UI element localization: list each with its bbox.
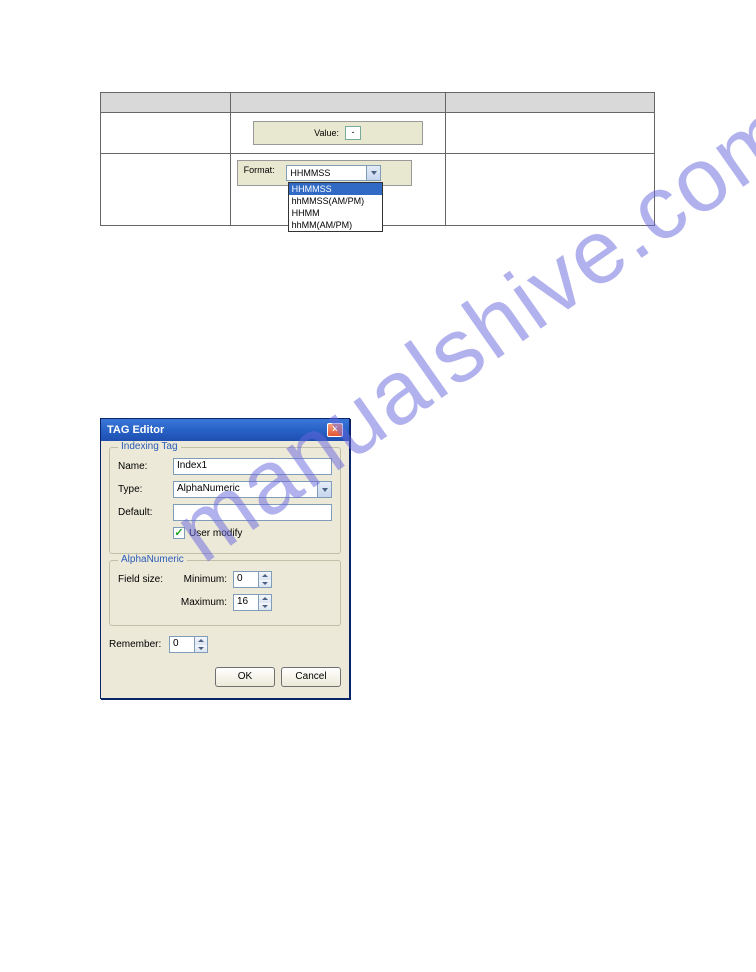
minimum-label: Minimum: bbox=[173, 574, 233, 585]
chevron-up-icon[interactable] bbox=[259, 595, 271, 603]
maximum-value[interactable]: 16 bbox=[233, 594, 259, 611]
indexing-tag-group: Indexing Tag Name: Index1 Type: AlphaNum… bbox=[109, 447, 341, 554]
alphanumeric-group: AlphaNumeric Field size: Minimum: 0 Maxi… bbox=[109, 560, 341, 626]
close-icon[interactable]: × bbox=[327, 423, 343, 437]
field-size-label: Field size: bbox=[118, 574, 173, 585]
table-row: Value: - bbox=[101, 113, 655, 154]
value-label: Value: bbox=[314, 128, 339, 138]
name-input[interactable]: Index1 bbox=[173, 458, 332, 475]
group-legend: AlphaNumeric bbox=[118, 554, 187, 565]
value-input[interactable]: - bbox=[345, 126, 361, 140]
chevron-down-icon[interactable] bbox=[259, 580, 271, 588]
minimum-spinner[interactable]: 0 bbox=[233, 571, 272, 588]
type-label: Type: bbox=[118, 484, 173, 495]
default-label: Default: bbox=[118, 507, 173, 518]
user-modify-checkbox[interactable]: ✓ bbox=[173, 527, 185, 539]
format-label: Format: bbox=[244, 165, 284, 175]
maximum-spinner[interactable]: 16 bbox=[233, 594, 272, 611]
table-header-row bbox=[101, 93, 655, 113]
remember-spinner[interactable]: 0 bbox=[169, 636, 208, 653]
format-option[interactable]: HHMMSS bbox=[289, 183, 382, 195]
chevron-up-icon[interactable] bbox=[195, 637, 207, 645]
type-value: AlphaNumeric bbox=[177, 483, 240, 494]
format-dropdown: HHMMSS hhMMSS(AM/PM) HHMM hhMM(AM/PM) bbox=[288, 182, 383, 232]
dialog-title: TAG Editor bbox=[107, 424, 164, 436]
maximum-label: Maximum: bbox=[173, 597, 233, 608]
cancel-button[interactable]: Cancel bbox=[281, 667, 341, 687]
remember-label: Remember: bbox=[109, 639, 169, 650]
titlebar[interactable]: TAG Editor × bbox=[101, 419, 349, 441]
type-combobox[interactable]: AlphaNumeric bbox=[173, 481, 332, 498]
tag-editor-dialog: TAG Editor × Indexing Tag Name: Index1 T… bbox=[100, 418, 350, 699]
format-selected-value: HHMMSS bbox=[290, 168, 330, 178]
user-modify-label: User modify bbox=[189, 528, 242, 539]
table-row: Format: HHMMSS HHMMSS hhMMSS(AM/PM) HHMM… bbox=[101, 154, 655, 226]
chevron-down-icon[interactable] bbox=[195, 645, 207, 653]
chevron-down-icon[interactable] bbox=[259, 603, 271, 611]
chevron-down-icon[interactable] bbox=[366, 166, 380, 180]
remember-value[interactable]: 0 bbox=[169, 636, 195, 653]
format-option[interactable]: hhMM(AM/PM) bbox=[289, 219, 382, 231]
format-panel: Format: HHMMSS HHMMSS hhMMSS(AM/PM) HHMM… bbox=[237, 160, 412, 186]
default-input[interactable] bbox=[173, 504, 332, 521]
settings-table: Value: - Format: HHMMSS HHMMSS hhMMSS(AM… bbox=[100, 92, 655, 226]
format-option[interactable]: hhMMSS(AM/PM) bbox=[289, 195, 382, 207]
name-label: Name: bbox=[118, 461, 173, 472]
value-panel: Value: - bbox=[253, 121, 423, 145]
format-combobox[interactable]: HHMMSS bbox=[286, 165, 381, 181]
group-legend: Indexing Tag bbox=[118, 441, 181, 452]
minimum-value[interactable]: 0 bbox=[233, 571, 259, 588]
chevron-up-icon[interactable] bbox=[259, 572, 271, 580]
ok-button[interactable]: OK bbox=[215, 667, 275, 687]
chevron-down-icon[interactable] bbox=[317, 482, 331, 497]
check-icon: ✓ bbox=[174, 528, 183, 538]
format-option[interactable]: HHMM bbox=[289, 207, 382, 219]
